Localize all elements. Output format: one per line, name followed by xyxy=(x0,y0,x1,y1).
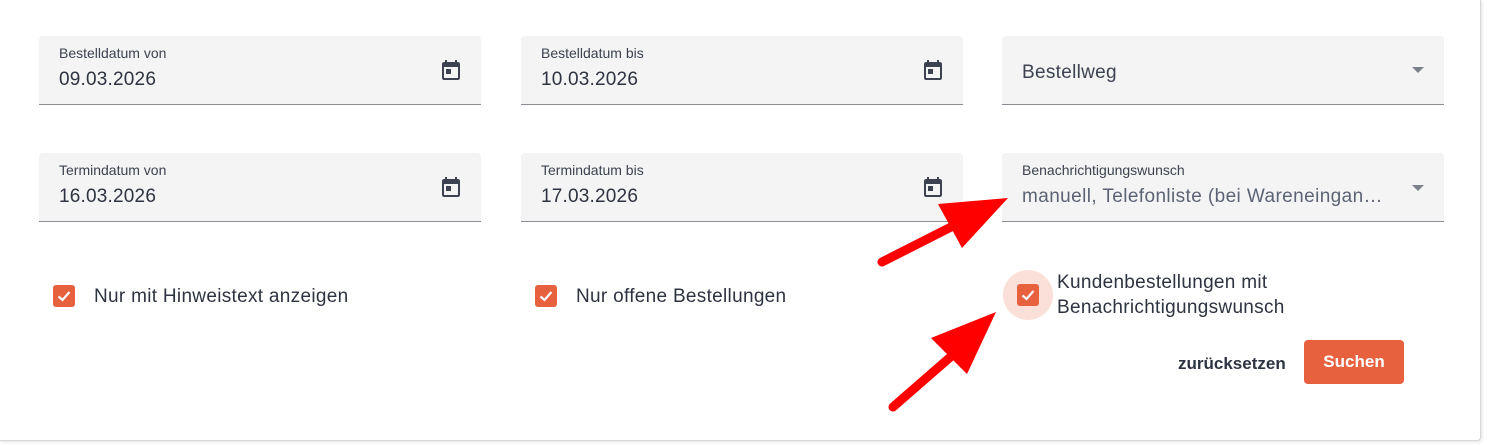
checkmark-icon xyxy=(57,291,71,302)
customer-orders-notification-label-line1: Kundenbestellungen mit xyxy=(1057,272,1268,293)
order-channel-select[interactable]: Bestellweg xyxy=(1002,36,1444,105)
appointment-date-from-field[interactable]: Termindatum von 16.03.2026 xyxy=(39,153,481,222)
only-with-note-label[interactable]: Nur mit Hinweistext anzeigen xyxy=(94,284,348,309)
order-date-to-label: Bestelldatum bis xyxy=(541,45,644,61)
customer-orders-notification-label-line2: Benachrichtigungswunsch xyxy=(1057,297,1285,318)
customer-orders-notification-checkbox[interactable] xyxy=(1003,270,1053,320)
customer-orders-notification-checkbox-row[interactable]: Kundenbestellungen mit Benachrichtigungs… xyxy=(1003,270,1285,320)
appointment-date-from-value[interactable]: 16.03.2026 xyxy=(59,186,156,208)
order-date-from-label: Bestelldatum von xyxy=(59,45,167,61)
search-button[interactable]: Suchen xyxy=(1304,340,1404,384)
appointment-date-to-value[interactable]: 17.03.2026 xyxy=(541,186,638,208)
calendar-icon[interactable] xyxy=(921,175,945,199)
appointment-date-from-label: Termindatum von xyxy=(59,162,167,178)
filter-panel: Bestelldatum von 09.03.2026 Bestelldatum… xyxy=(0,0,1481,441)
checkmark-icon xyxy=(539,291,553,302)
appointment-date-to-label: Termindatum bis xyxy=(541,162,644,178)
notification-preference-value[interactable]: manuell, Telefonliste (bei Wareneingan… xyxy=(1022,186,1407,208)
order-date-from-value[interactable]: 09.03.2026 xyxy=(59,69,156,91)
customer-orders-notification-label[interactable]: Kundenbestellungen mit Benachrichtigungs… xyxy=(1057,270,1285,320)
calendar-icon[interactable] xyxy=(439,58,463,82)
calendar-icon[interactable] xyxy=(921,58,945,82)
order-date-to-value[interactable]: 10.03.2026 xyxy=(541,69,638,91)
notification-preference-label: Benachrichtigungswunsch xyxy=(1022,162,1185,178)
checkmark-icon xyxy=(1021,290,1035,301)
notification-preference-select[interactable]: Benachrichtigungswunsch manuell, Telefon… xyxy=(1002,153,1444,222)
order-date-to-field[interactable]: Bestelldatum bis 10.03.2026 xyxy=(521,36,963,105)
order-date-from-field[interactable]: Bestelldatum von 09.03.2026 xyxy=(39,36,481,105)
dropdown-arrow-icon[interactable] xyxy=(1412,67,1424,73)
only-open-orders-label[interactable]: Nur offene Bestellungen xyxy=(576,284,786,309)
only-with-note-checkbox[interactable] xyxy=(40,272,88,320)
only-open-orders-checkbox-row[interactable]: Nur offene Bestellungen xyxy=(522,272,786,320)
only-open-orders-checkbox[interactable] xyxy=(522,272,570,320)
only-with-note-checkbox-row[interactable]: Nur mit Hinweistext anzeigen xyxy=(40,272,348,320)
reset-button[interactable]: zurücksetzen xyxy=(1178,352,1286,376)
calendar-icon[interactable] xyxy=(439,175,463,199)
dropdown-arrow-icon[interactable] xyxy=(1412,185,1424,191)
appointment-date-to-field[interactable]: Termindatum bis 17.03.2026 xyxy=(521,153,963,222)
order-channel-placeholder: Bestellweg xyxy=(1022,62,1117,83)
